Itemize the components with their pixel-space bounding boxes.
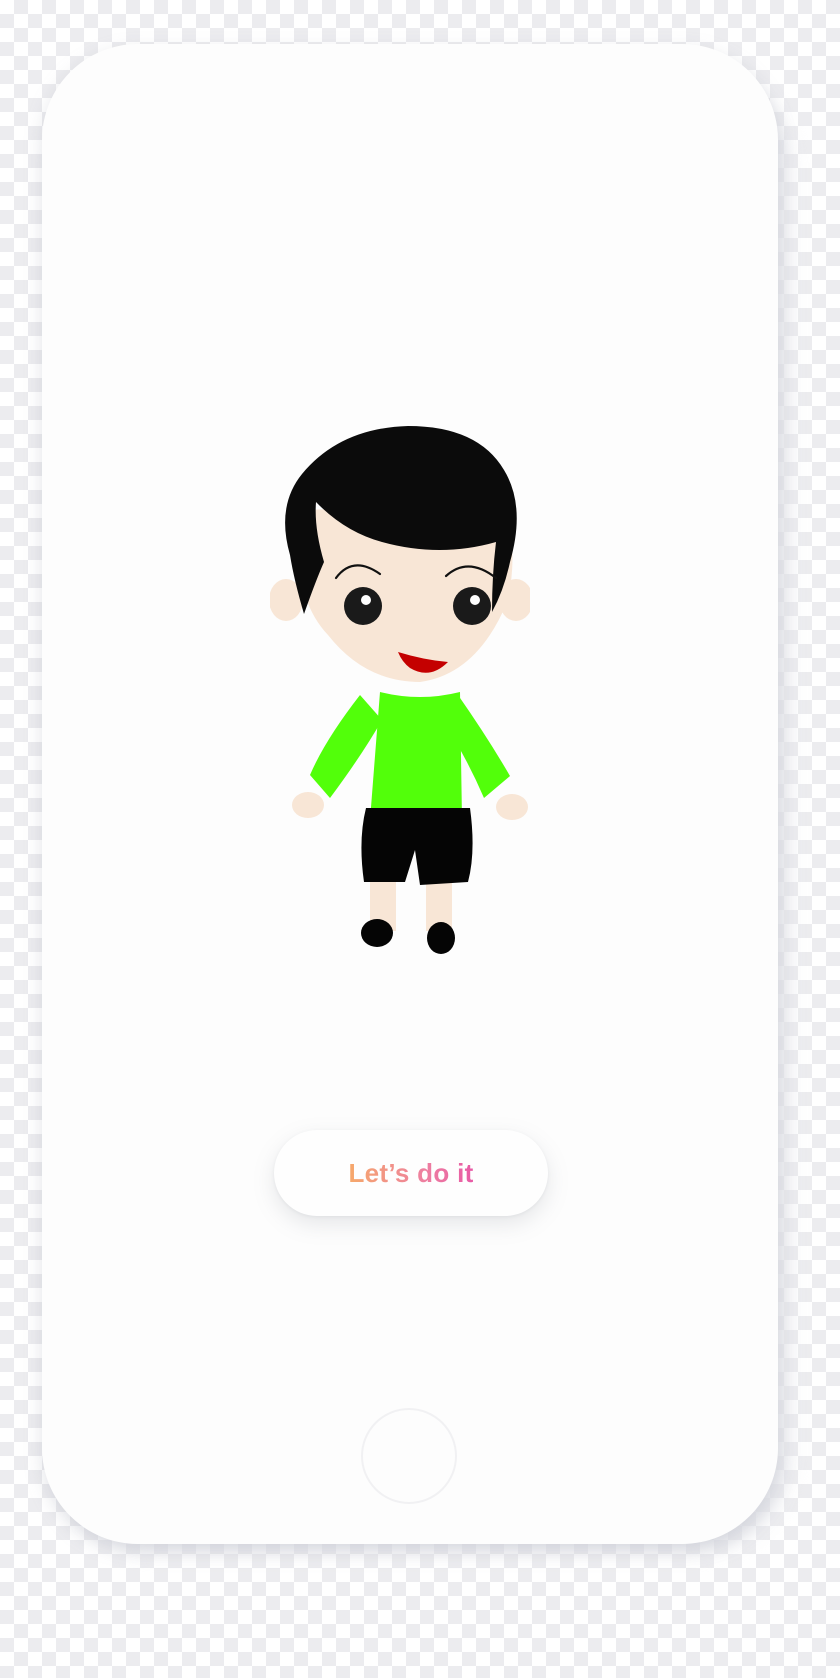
home-button[interactable] <box>361 1408 457 1504</box>
cartoon-boy-icon <box>270 426 530 954</box>
lets-do-it-button[interactable]: Let’s do it <box>274 1130 548 1216</box>
lets-do-it-label: Let’s do it <box>348 1157 474 1188</box>
